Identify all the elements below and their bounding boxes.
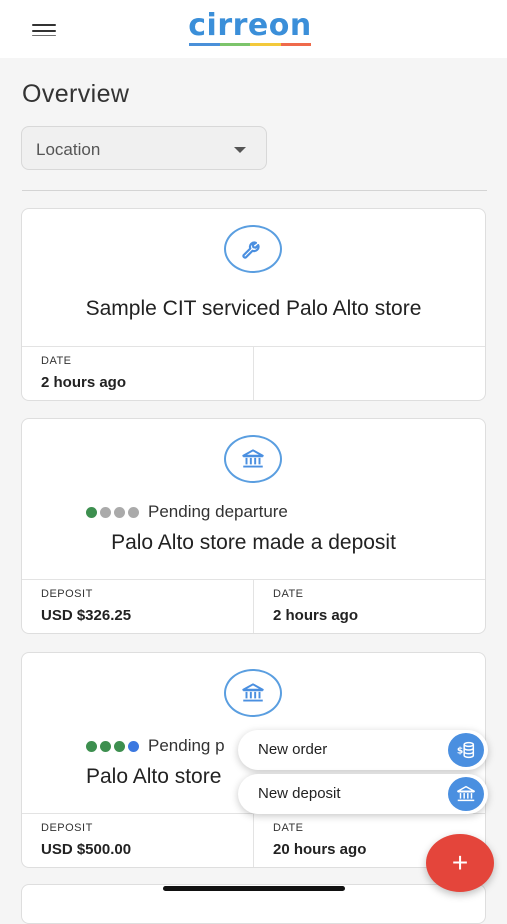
status-indicator: Pending departure [86,502,288,522]
location-select[interactable]: Location [21,126,267,170]
date-value: 2 hours ago [273,607,359,624]
status-dot [86,740,97,752]
deposit-cell: DEPOSIT USD $500.00 [22,814,253,867]
date-cell: DATE 2 hours ago [253,580,485,633]
card-title: Palo Alto store [86,765,222,788]
logo-text: cirreon [188,8,312,43]
status-dot [128,740,139,752]
date-label: DATE [41,355,72,367]
plus-icon: + [451,847,469,878]
status-label: Pending p [148,736,225,755]
status-dot [100,506,111,518]
status-dot [114,740,125,752]
chevron-down-icon [234,147,246,153]
page-title: Overview [22,80,130,108]
status-dot [100,740,111,752]
top-app-bar: cirreon [0,0,507,58]
new-deposit-label: New deposit [258,785,341,802]
add-fab-button[interactable]: + [426,834,494,892]
bank-icon [448,777,484,811]
date-value: 20 hours ago [273,841,367,858]
card-details: DEPOSIT USD $500.00 DATE 20 hours ago [22,813,485,867]
deposit-cell: DEPOSIT USD $326.25 [22,580,253,633]
card-title: Palo Alto store made a deposit [111,531,396,554]
status-dot [128,506,139,518]
wrench-icon [224,225,282,273]
cash-stack-icon: $ [448,733,484,767]
status-indicator: Pending p [86,736,225,756]
activity-card-deposit[interactable]: Pending departure Palo Alto store made a… [21,418,486,634]
date-label: DATE [273,822,304,834]
card-title: Sample CIT serviced Palo Alto store [85,297,422,320]
logo-color-bar [189,43,311,46]
new-order-label: New order [258,741,328,758]
date-value: 2 hours ago [41,374,127,391]
date-label: DATE [273,588,304,600]
hamburger-menu-icon[interactable] [30,20,60,42]
bank-icon [224,435,282,483]
svg-text:$: $ [457,746,463,757]
card-details: DATE 2 hours ago [22,346,485,400]
date-cell: DATE 2 hours ago [22,347,253,400]
new-deposit-button[interactable]: New deposit [238,774,488,814]
deposit-label: DEPOSIT [41,822,93,834]
deposit-label: DEPOSIT [41,588,93,600]
card-details: DEPOSIT USD $326.25 DATE 2 hours ago [22,579,485,633]
divider [22,190,487,191]
deposit-amount: USD $500.00 [41,841,132,858]
new-order-button[interactable]: New order $ [238,730,488,770]
activity-card-service[interactable]: Sample CIT serviced Palo Alto store DATE… [21,208,486,401]
status-dot [86,506,97,518]
home-indicator[interactable] [163,886,345,891]
deposit-amount: USD $326.25 [41,607,132,624]
empty-cell [253,347,485,400]
location-select-label: Location [36,140,101,159]
status-dot [114,506,125,518]
status-label: Pending departure [148,502,288,521]
bank-icon [224,669,282,717]
app-logo: cirreon [185,10,315,50]
